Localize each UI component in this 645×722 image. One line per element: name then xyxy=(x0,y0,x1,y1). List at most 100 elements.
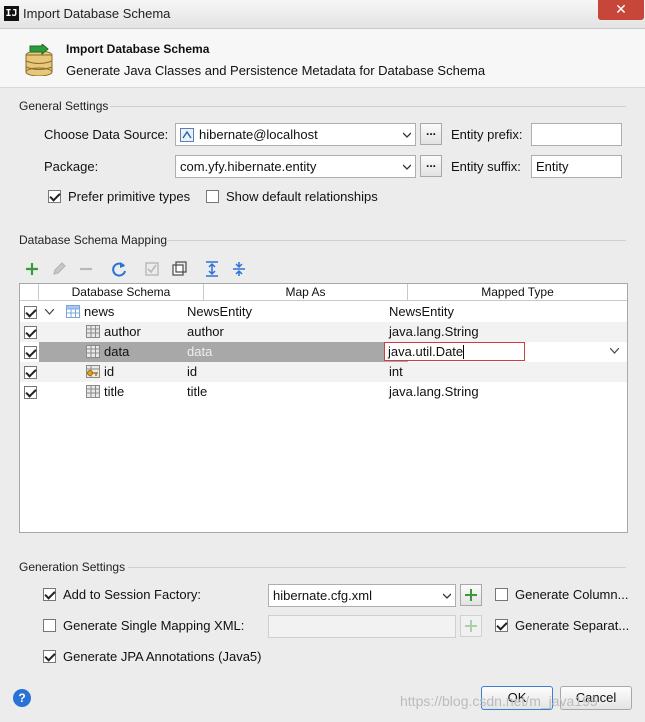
session-factory-combo[interactable]: hibernate.cfg.xml xyxy=(268,584,456,607)
column-icon xyxy=(86,385,100,398)
generate-column-checkbox[interactable] xyxy=(495,588,508,601)
mapped-type: java.util.Date xyxy=(388,344,464,359)
package-value: com.yfy.hibernate.entity xyxy=(180,159,317,174)
intellij-app-icon: IJ xyxy=(4,6,19,21)
show-default-label: Show default relationships xyxy=(226,189,378,204)
entity-suffix-field[interactable]: Entity xyxy=(531,155,622,178)
schema-name: data xyxy=(104,344,130,359)
table-row-selected[interactable]: data data java.util.Date xyxy=(20,342,627,362)
chevron-down-icon[interactable] xyxy=(45,309,54,315)
column-header[interactable]: Map As xyxy=(204,284,408,301)
schema-mapping-table[interactable]: Database Schema Map As Mapped Type news … xyxy=(19,283,628,533)
datasource-browse-button[interactable]: ... xyxy=(420,123,442,145)
dialog-header xyxy=(0,29,645,88)
mapped-type-editor[interactable]: java.util.Date xyxy=(384,342,525,361)
mapped-type[interactable]: java.lang.String xyxy=(389,384,479,399)
prefer-primitive-checkbox[interactable] xyxy=(48,190,61,203)
entity-suffix-label: Entity suffix: xyxy=(451,159,521,174)
add-mapping-button[interactable] xyxy=(460,615,482,637)
schema-mapping-label: Database Schema Mapping xyxy=(19,233,168,247)
refresh-icon[interactable] xyxy=(110,260,128,278)
map-as[interactable]: title xyxy=(187,384,207,399)
prefer-primitive-label: Prefer primitive types xyxy=(68,189,191,204)
generation-settings-label: Generation Settings xyxy=(19,560,126,574)
copy-icon[interactable] xyxy=(170,260,188,278)
add-icon xyxy=(465,620,477,632)
table-row[interactable]: id id int xyxy=(20,362,627,382)
database-import-icon xyxy=(25,44,53,76)
generation-settings-separator xyxy=(128,567,626,568)
chevron-down-icon xyxy=(403,132,411,138)
generate-separate-label: Generate Separat... xyxy=(515,618,630,633)
schema-name: author xyxy=(104,324,141,339)
table-row[interactable]: news NewsEntity NewsEntity xyxy=(20,302,627,322)
primary-key-icon xyxy=(86,365,100,378)
remove-icon[interactable] xyxy=(77,260,95,278)
datasource-icon xyxy=(180,128,194,142)
mapped-type[interactable]: int xyxy=(389,364,403,379)
edit-icon[interactable] xyxy=(50,260,68,278)
general-settings-label: General Settings xyxy=(19,99,109,113)
collapse-all-icon[interactable] xyxy=(230,260,248,278)
column-icon xyxy=(86,325,100,338)
show-default-checkbox[interactable] xyxy=(206,190,219,203)
text-cursor xyxy=(463,345,464,359)
expand-all-icon[interactable] xyxy=(203,260,221,278)
help-icon[interactable]: ? xyxy=(13,689,31,707)
row-checkbox[interactable] xyxy=(24,306,37,319)
column-header[interactable]: Mapped Type xyxy=(408,284,627,301)
window-title: Import Database Schema xyxy=(23,6,171,21)
single-mapping-combo[interactable] xyxy=(268,615,456,638)
session-factory-value: hibernate.cfg.xml xyxy=(273,588,372,603)
header-subtitle: Generate Java Classes and Persistence Me… xyxy=(66,63,486,78)
package-browse-button[interactable]: ... xyxy=(420,155,442,177)
mapped-type[interactable]: NewsEntity xyxy=(389,304,454,319)
table-row[interactable]: author author java.lang.String xyxy=(20,322,627,342)
single-mapping-checkbox[interactable] xyxy=(43,619,56,632)
generate-separate-checkbox[interactable] xyxy=(495,619,508,632)
chevron-down-icon xyxy=(443,593,451,599)
single-mapping-label: Generate Single Mapping XML: xyxy=(63,618,245,633)
mapped-type[interactable]: java.lang.String xyxy=(389,324,479,339)
check-column-header xyxy=(20,284,39,301)
map-as[interactable]: data xyxy=(187,344,212,359)
row-checkbox[interactable] xyxy=(24,326,37,339)
header-title: Import Database Schema xyxy=(66,42,210,56)
table-row[interactable]: title title java.lang.String xyxy=(20,382,627,402)
datasource-combo[interactable]: hibernate@localhost xyxy=(175,123,416,146)
watermark: https://blog.csdn.net/m_java195 xyxy=(400,693,598,709)
schema-name: id xyxy=(104,364,115,379)
entity-prefix-label: Entity prefix: xyxy=(451,127,523,142)
column-header[interactable]: Database Schema xyxy=(39,284,204,301)
generate-column-label: Generate Column... xyxy=(515,587,629,602)
package-label: Package: xyxy=(44,159,99,174)
close-button[interactable]: ✕ xyxy=(598,0,644,20)
chevron-down-icon xyxy=(403,164,411,170)
entity-prefix-field[interactable] xyxy=(531,123,622,146)
entity-suffix-value: Entity xyxy=(536,159,569,174)
jpa-annotations-checkbox[interactable] xyxy=(43,650,56,663)
column-icon xyxy=(86,345,100,358)
schema-name: news xyxy=(84,304,115,319)
datasource-label: Choose Data Source: xyxy=(44,127,169,142)
row-checkbox[interactable] xyxy=(24,386,37,399)
chevron-down-icon[interactable] xyxy=(610,348,619,354)
check-icon[interactable] xyxy=(143,260,161,278)
table-icon xyxy=(66,305,80,318)
datasource-value: hibernate@localhost xyxy=(199,127,318,142)
jpa-annotations-label: Generate JPA Annotations (Java5) xyxy=(63,649,262,664)
session-factory-label: Add to Session Factory: xyxy=(63,587,202,602)
schema-name: title xyxy=(104,384,125,399)
add-session-factory-button[interactable] xyxy=(460,584,482,606)
add-icon xyxy=(465,589,477,601)
map-as[interactable]: id xyxy=(187,364,197,379)
session-factory-checkbox[interactable] xyxy=(43,588,56,601)
map-as[interactable]: NewsEntity xyxy=(187,304,252,319)
package-combo[interactable]: com.yfy.hibernate.entity xyxy=(175,155,416,178)
schema-mapping-separator xyxy=(166,240,626,241)
add-icon[interactable] xyxy=(23,260,41,278)
row-checkbox[interactable] xyxy=(24,366,37,379)
row-checkbox[interactable] xyxy=(24,346,37,359)
general-settings-separator xyxy=(110,106,626,107)
map-as[interactable]: author xyxy=(187,324,224,339)
